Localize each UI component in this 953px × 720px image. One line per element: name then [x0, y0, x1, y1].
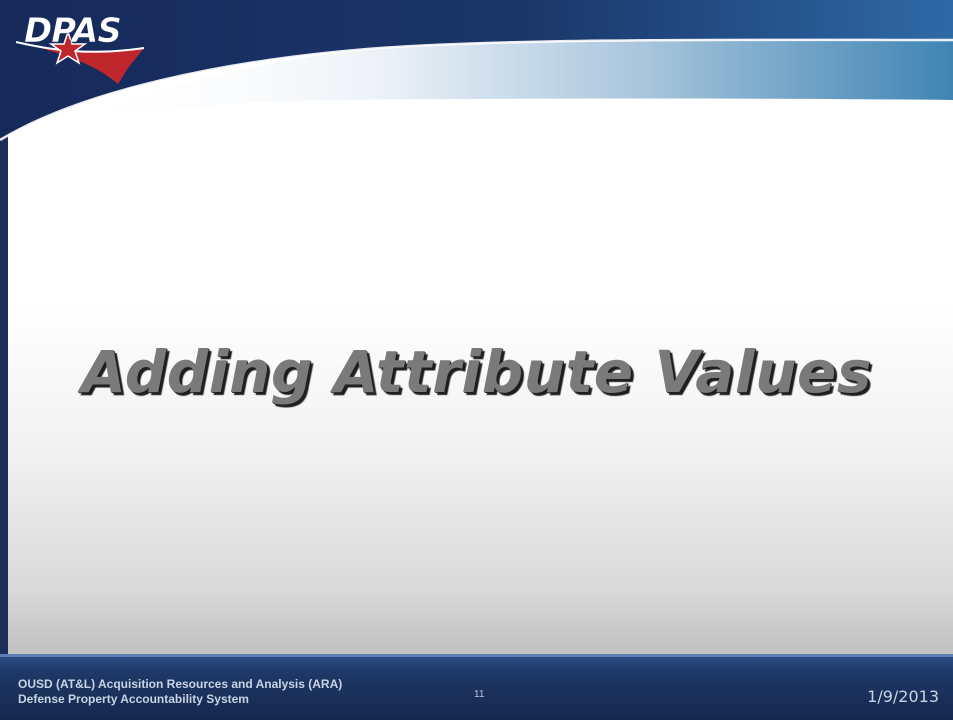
slide-number: 11	[474, 689, 485, 700]
logo-text: DPAS	[24, 11, 121, 51]
slide-title: Adding Attribute Values	[81, 338, 872, 406]
footer-org-line-1: OUSD (AT&L) Acquisition Resources and An…	[18, 677, 343, 691]
logo-swoosh-icon: DPAS	[15, 11, 145, 84]
dpas-logo: DPAS	[10, 4, 150, 84]
footer-divider	[0, 654, 953, 657]
slide-date: 1/9/2013	[867, 687, 939, 706]
footer-org-line-2: Defense Property Accountability System	[18, 692, 249, 706]
slide: DPAS Adding Attribute Values OUSD (AT&L)…	[0, 0, 953, 720]
footer-organization: OUSD (AT&L) Acquisition Resources and An…	[18, 677, 342, 707]
